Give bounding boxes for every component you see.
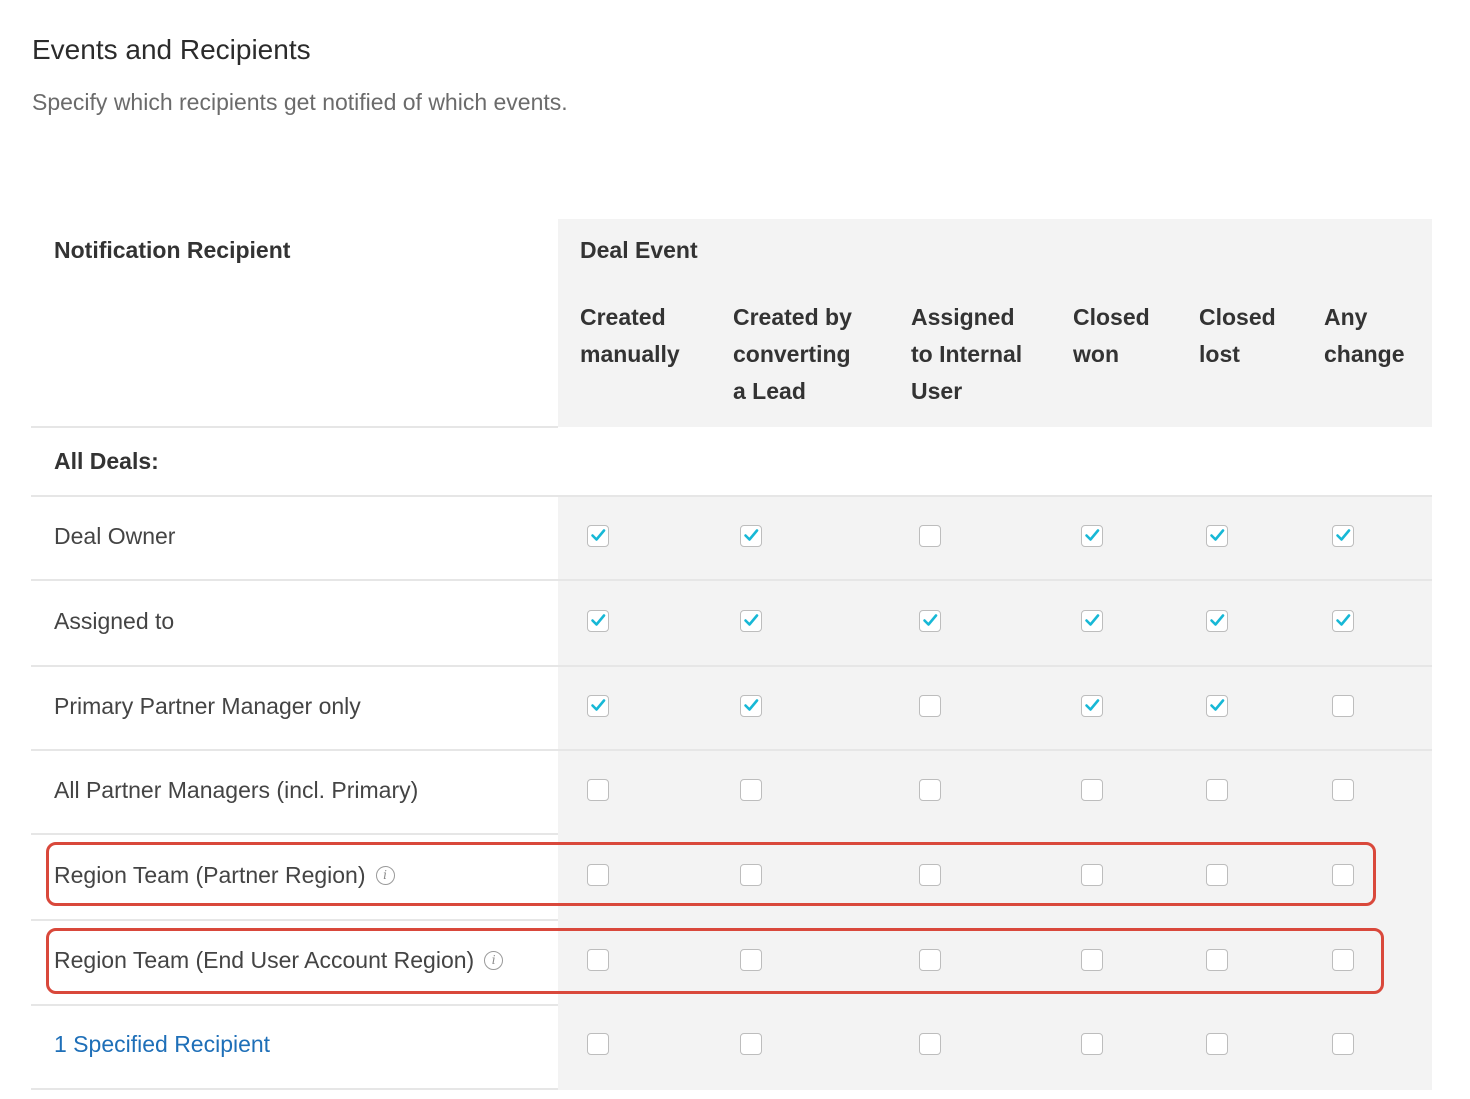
column-header-any-change: Any change	[1324, 304, 1405, 367]
row-divider	[31, 749, 1432, 751]
recipient-label-primary-partner-manager-only: Primary Partner Manager only	[54, 686, 361, 726]
checkbox-deal-owner-assigned-internal-user[interactable]	[919, 525, 941, 547]
checkmark-icon	[744, 529, 759, 541]
checkmark-icon	[1210, 614, 1225, 626]
recipient-label-text[interactable]: 1 Specified Recipient	[54, 1031, 270, 1058]
checkbox-1-specified-recipient-any-change[interactable]	[1332, 1033, 1354, 1055]
checkbox-deal-owner-closed-won[interactable]	[1081, 525, 1103, 547]
checkbox-all-partner-managers-incl-primary-any-change[interactable]	[1332, 779, 1354, 801]
deal-event-header: Deal Event	[580, 237, 698, 263]
checkbox-deal-owner-any-change[interactable]	[1332, 525, 1354, 547]
checkbox-all-partner-managers-incl-primary-closed-won[interactable]	[1081, 779, 1103, 801]
checkbox-deal-owner-created-by-converting-lead[interactable]	[740, 525, 762, 547]
checkbox-primary-partner-manager-only-created-manually[interactable]	[587, 695, 609, 717]
checkmark-icon	[1085, 614, 1100, 626]
section-label-all-deals: All Deals:	[54, 447, 159, 474]
checkmark-icon	[1210, 699, 1225, 711]
checkmark-icon	[744, 614, 759, 626]
checkbox-primary-partner-manager-only-closed-won[interactable]	[1081, 695, 1103, 717]
column-header-created-manually: Created manually	[580, 304, 680, 367]
checkbox-assigned-to-closed-won[interactable]	[1081, 610, 1103, 632]
recipient-label-assigned-to: Assigned to	[54, 601, 174, 641]
checkbox-assigned-to-created-manually[interactable]	[587, 610, 609, 632]
checkbox-primary-partner-manager-only-created-by-converting-lead[interactable]	[740, 695, 762, 717]
row-divider	[31, 1004, 558, 1006]
checkbox-deal-owner-closed-lost[interactable]	[1206, 525, 1228, 547]
checkbox-all-partner-managers-incl-primary-created-manually[interactable]	[587, 779, 609, 801]
checkbox-primary-partner-manager-only-assigned-internal-user[interactable]	[919, 695, 941, 717]
column-header-closed-lost: Closed lost	[1199, 304, 1276, 367]
column-header-closed-won: Closed won	[1073, 304, 1150, 367]
column-header-assigned-internal-user: Assigned to Internal User	[911, 304, 1023, 404]
row-divider	[31, 665, 1432, 667]
recipient-label-text: All Partner Managers (incl. Primary)	[54, 776, 419, 803]
specified-recipient-link[interactable]: 1 Specified Recipient	[54, 1024, 270, 1064]
checkbox-1-specified-recipient-closed-won[interactable]	[1081, 1033, 1103, 1055]
checkmark-icon	[1336, 529, 1351, 541]
checkbox-primary-partner-manager-only-any-change[interactable]	[1332, 695, 1354, 717]
notification-recipient-header: Notification Recipient	[54, 237, 291, 263]
recipient-label-text: Deal Owner	[54, 522, 176, 549]
row-divider	[31, 833, 558, 835]
checkbox-assigned-to-assigned-internal-user[interactable]	[919, 610, 941, 632]
row-divider	[31, 919, 558, 921]
recipient-label-deal-owner: Deal Owner	[54, 516, 175, 556]
row-divider	[31, 495, 1432, 497]
recipient-label-all-partner-managers-incl-primary: All Partner Managers (incl. Primary)	[54, 770, 418, 810]
highlight-box	[46, 928, 1384, 994]
checkmark-icon	[1336, 614, 1351, 626]
checkbox-1-specified-recipient-created-manually[interactable]	[587, 1033, 609, 1055]
checkbox-assigned-to-any-change[interactable]	[1332, 610, 1354, 632]
checkbox-primary-partner-manager-only-closed-lost[interactable]	[1206, 695, 1228, 717]
checkbox-assigned-to-created-by-converting-lead[interactable]	[740, 610, 762, 632]
row-divider	[31, 1088, 558, 1090]
checkmark-icon	[1085, 529, 1100, 541]
checkmark-icon	[1210, 529, 1225, 541]
page-subtitle: Specify which recipients get notified of…	[32, 89, 568, 115]
checkmark-icon	[591, 614, 606, 626]
checkbox-deal-owner-created-manually[interactable]	[587, 525, 609, 547]
checkmark-icon	[744, 699, 759, 711]
checkmark-icon	[591, 699, 606, 711]
checkbox-1-specified-recipient-assigned-internal-user[interactable]	[919, 1033, 941, 1055]
checkbox-assigned-to-closed-lost[interactable]	[1206, 610, 1228, 632]
checkbox-all-partner-managers-incl-primary-assigned-internal-user[interactable]	[919, 779, 941, 801]
recipient-label-text: Assigned to	[54, 607, 175, 634]
checkmark-icon	[923, 614, 938, 626]
checkmark-icon	[1085, 699, 1100, 711]
checkbox-1-specified-recipient-created-by-converting-lead[interactable]	[740, 1033, 762, 1055]
checkbox-all-partner-managers-incl-primary-closed-lost[interactable]	[1206, 779, 1228, 801]
event-columns-background	[558, 497, 1432, 1090]
column-header-created-by-converting-lead: Created by converting a Lead	[733, 304, 852, 404]
page-title: Events and Recipients	[32, 34, 311, 65]
row-divider	[31, 579, 1432, 581]
checkbox-all-partner-managers-incl-primary-created-by-converting-lead[interactable]	[740, 779, 762, 801]
recipient-label-text: Primary Partner Manager only	[54, 692, 361, 719]
highlight-box	[46, 842, 1376, 906]
checkbox-1-specified-recipient-closed-lost[interactable]	[1206, 1033, 1228, 1055]
header-divider	[31, 426, 558, 428]
checkmark-icon	[591, 529, 606, 541]
